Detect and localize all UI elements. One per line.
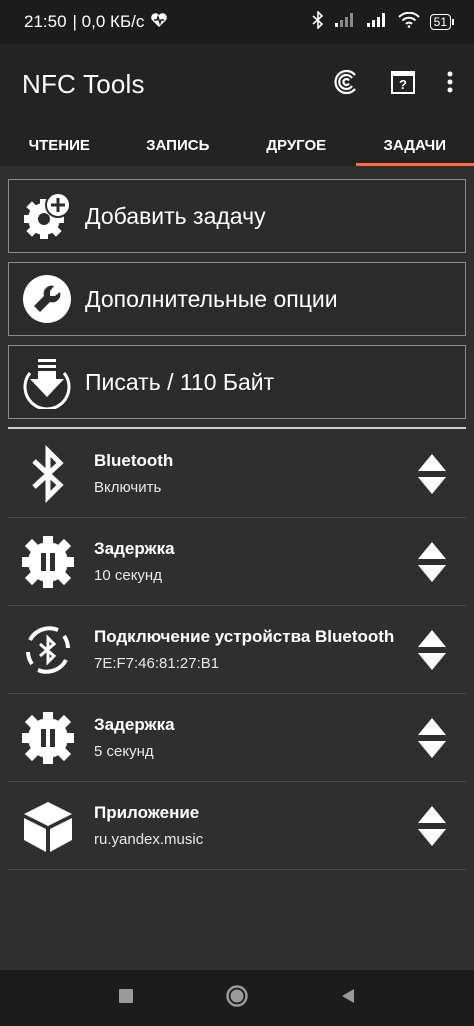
task-value: 7E:F7:46:81:27:B1 [94,655,220,672]
task-row[interactable]: Приложение ru.yandex.music [8,782,466,870]
pause-gear-icon [18,532,78,592]
task-title: Bluetooth [94,451,174,470]
task-title: Задержка [94,539,175,558]
task-row[interactable]: Задержка 10 секунд [8,518,466,606]
add-task-button[interactable]: Добавить задачу [8,179,466,253]
help-book-icon[interactable]: ? [390,69,416,100]
sort-handle-icon[interactable] [412,801,452,851]
signal-icon-2 [366,12,388,33]
tab-read[interactable]: ЧТЕНИЕ [0,124,119,166]
tasks-panel: Добавить задачу Дополнительные опции Пис… [0,166,474,970]
sort-handle-icon[interactable] [412,625,452,675]
sort-handle-icon[interactable] [412,713,452,763]
app-title: NFC Tools [22,68,145,99]
bluetooth-icon [18,444,78,504]
system-nav-bar [0,970,474,1026]
svg-text:?: ? [399,77,407,92]
battery-level: 51 [429,14,451,30]
more-options-button[interactable]: Дополнительные опции [8,262,466,336]
bluetooth-status-icon [312,9,324,34]
tab-tasks[interactable]: ЗАДАЧИ [355,124,474,166]
more-vert-icon[interactable] [446,70,454,99]
signal-icon-1 [334,12,356,33]
more-options-label: Дополнительные опции [85,285,338,312]
task-value: 10 секунд [94,567,162,584]
battery-icon: 51 [429,14,454,30]
task-row[interactable]: Подключение устройства Bluetooth 7E:F7:4… [8,606,466,694]
heart-monitor-icon [150,12,168,33]
task-value: Включить [94,479,162,496]
divider [8,427,466,429]
sort-handle-icon[interactable] [412,449,452,499]
task-row[interactable]: Задержка 5 секунд [8,694,466,782]
bluetooth-connect-icon [18,620,78,680]
sort-handle-icon[interactable] [412,537,452,587]
tab-bar: ЧТЕНИЕ ЗАПИСЬ ДРУГОЕ ЗАДАЧИ [0,124,474,166]
app-box-icon [18,796,78,856]
task-value: 5 секунд [94,743,154,760]
wifi-icon [397,11,420,33]
task-title: Задержка [94,715,175,734]
task-value: ru.yandex.music [94,831,204,848]
status-speed: | 0,0 КБ/с [72,12,145,31]
app-bar: NFC Tools ? [0,44,474,124]
recents-icon[interactable] [117,987,135,1010]
gear-add-icon [19,188,75,244]
add-task-label: Добавить задачу [85,202,266,229]
status-time: 21:50 [24,12,67,31]
download-write-icon [19,354,75,410]
write-button[interactable]: Писать / 110 Байт [8,345,466,419]
wrench-icon [19,271,75,327]
status-bar: 21:50 | 0,0 КБ/с 51 [0,0,474,44]
back-icon[interactable] [339,987,357,1010]
tab-other[interactable]: ДРУГОЕ [237,124,356,166]
task-title: Подключение устройства Bluetooth [94,627,395,646]
home-icon[interactable] [225,984,249,1013]
pause-gear-icon [18,708,78,768]
nfc-icon[interactable] [334,69,360,100]
write-label: Писать / 110 Байт [85,368,275,395]
task-title: Приложение [94,803,200,822]
task-list: Bluetooth Включить Задержка 10 секунд По… [8,430,466,870]
task-row[interactable]: Bluetooth Включить [8,430,466,518]
tab-write[interactable]: ЗАПИСЬ [119,124,238,166]
